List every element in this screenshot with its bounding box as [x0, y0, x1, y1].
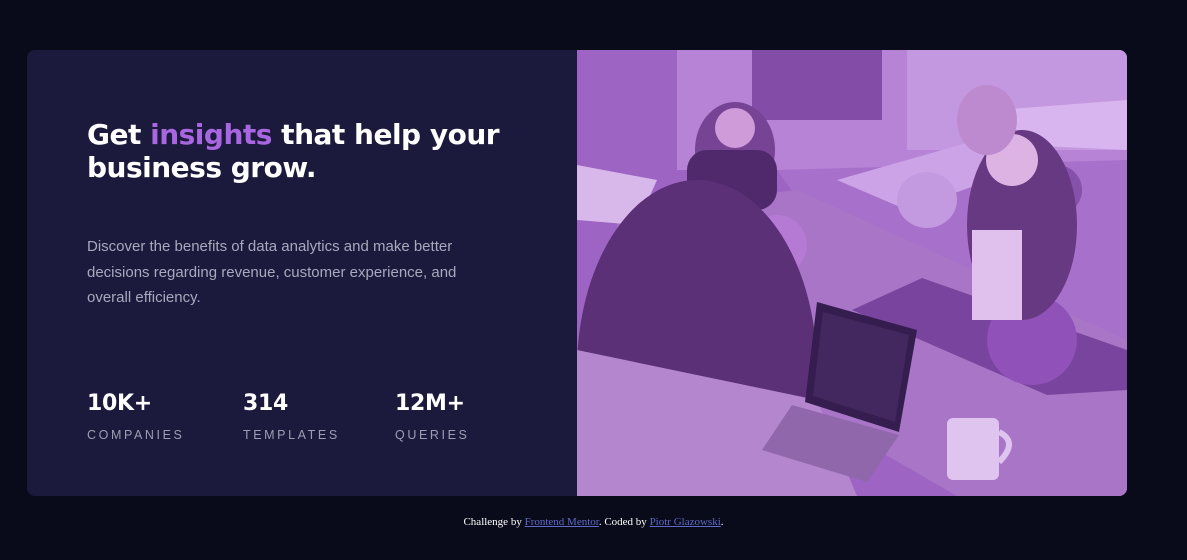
- author-link[interactable]: Piotr Glazowski: [650, 516, 721, 528]
- frontend-mentor-link[interactable]: Frontend Mentor: [525, 516, 599, 528]
- stats-preview-card: Get insights that help your business gro…: [27, 50, 1127, 496]
- headline-start: Get: [87, 118, 151, 151]
- stat-queries: 12M+ QUERIES: [395, 390, 469, 442]
- stat-value: 12M+: [395, 391, 465, 416]
- stat-label: TEMPLATES: [243, 428, 340, 442]
- attribution-middle: . Coded by: [598, 516, 650, 528]
- stat-value: 314: [243, 391, 289, 416]
- office-photo-illustration: [577, 50, 1127, 496]
- stat-label: COMPANIES: [87, 428, 185, 442]
- header-image: [577, 50, 1127, 496]
- headline: Get insights that help your business gro…: [87, 118, 507, 184]
- stat-companies: 10K+ COMPANIES: [87, 390, 185, 442]
- attribution: Challenge by Frontend Mentor. Coded by P…: [0, 516, 1187, 528]
- description: Discover the benefits of data analytics …: [87, 238, 457, 306]
- headline-accent: insights: [150, 118, 272, 151]
- stat-value: 10K+: [87, 391, 152, 416]
- attribution-suffix: .: [720, 516, 724, 528]
- attribution-prefix: Challenge by: [463, 516, 525, 528]
- stat-label: QUERIES: [395, 428, 470, 442]
- card-text-panel: Get insights that help your business gro…: [87, 50, 527, 496]
- stat-templates: 314 TEMPLATES: [243, 390, 340, 442]
